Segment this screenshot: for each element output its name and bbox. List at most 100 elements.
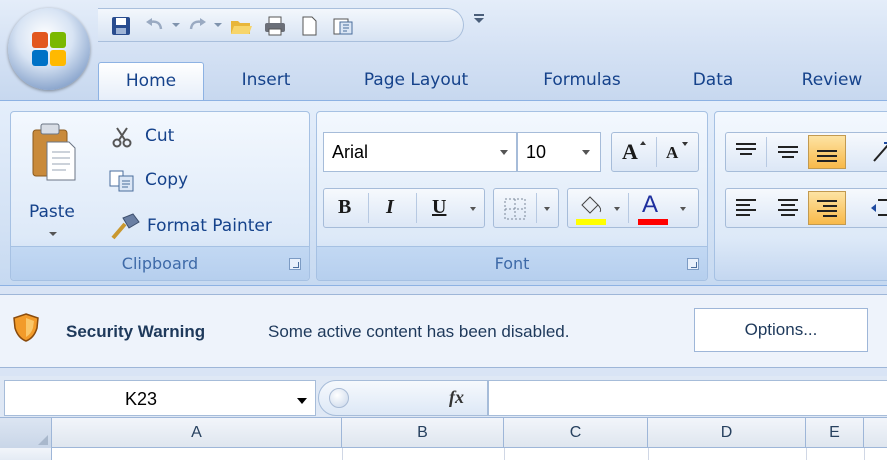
tab-insert[interactable]: Insert xyxy=(222,62,310,100)
security-warning-message: Some active content has been disabled. xyxy=(268,322,570,341)
formula-bar: K23 fx xyxy=(0,376,887,418)
column-header-e[interactable]: E xyxy=(806,418,864,448)
column-header-b[interactable]: B xyxy=(342,418,504,448)
align-bottom-button[interactable] xyxy=(808,135,846,169)
orientation-icon[interactable] xyxy=(870,139,887,165)
font-size-value: 10 xyxy=(526,142,547,162)
column-header-c[interactable]: C xyxy=(504,418,648,448)
name-box-value: K23 xyxy=(125,389,158,409)
shield-icon xyxy=(13,313,39,342)
align-bottom-icon xyxy=(817,150,837,162)
security-warning-title: Security Warning xyxy=(66,322,206,341)
grow-font-button[interactable]: A xyxy=(622,139,638,165)
font-color-dropdown-icon[interactable] xyxy=(680,207,686,211)
redo-icon[interactable] xyxy=(186,16,208,36)
borders-dropdown-icon[interactable] xyxy=(544,207,550,211)
align-middle-icon[interactable] xyxy=(776,141,800,163)
office-button[interactable] xyxy=(8,8,90,90)
font-grow-shrink-box: A A xyxy=(611,132,699,172)
worksheet-grid[interactable] xyxy=(0,448,887,460)
bold-button[interactable]: B xyxy=(338,196,351,219)
shrink-arrow-icon xyxy=(682,142,688,146)
font-color-swatch xyxy=(638,219,668,225)
clipboard-group-label: Clipboard xyxy=(11,246,309,280)
font-group-label: Font xyxy=(317,246,707,280)
borders-icon[interactable] xyxy=(504,198,526,220)
cut-label: Cut xyxy=(145,126,175,146)
clipboard-group: Paste Cut Copy Format Painter Clipboard xyxy=(10,111,310,281)
borders-box xyxy=(493,188,559,228)
tab-home[interactable]: Home xyxy=(98,62,204,100)
new-document-icon[interactable] xyxy=(298,16,320,36)
undo-icon[interactable] xyxy=(144,16,166,36)
format-painter-label: Format Painter xyxy=(147,216,272,236)
alignment-group xyxy=(714,111,887,281)
italic-button[interactable]: I xyxy=(386,196,394,219)
publish-icon[interactable] xyxy=(332,16,354,36)
align-top-icon[interactable] xyxy=(734,141,758,163)
font-size-dropdown-icon[interactable] xyxy=(582,150,590,155)
splitter-handle[interactable] xyxy=(329,388,349,408)
customize-qat-button[interactable] xyxy=(474,12,486,26)
insert-function-button[interactable]: fx xyxy=(449,387,464,408)
formula-input[interactable] xyxy=(488,380,887,416)
row-header-strip xyxy=(0,448,52,460)
print-icon[interactable] xyxy=(264,16,286,36)
paste-icon xyxy=(32,123,76,181)
clipboard-dialog-launcher[interactable] xyxy=(289,258,301,270)
font-name-dropdown-icon[interactable] xyxy=(500,150,508,155)
decrease-indent-icon[interactable] xyxy=(870,197,887,219)
tab-formulas[interactable]: Formulas xyxy=(520,62,644,100)
select-all-button[interactable] xyxy=(0,418,52,448)
name-box-dropdown-icon[interactable] xyxy=(297,398,307,404)
font-name-value: Arial xyxy=(332,142,369,162)
undo-dropdown-icon[interactable] xyxy=(172,23,180,27)
paste-button[interactable]: Paste xyxy=(19,118,89,238)
options-button[interactable]: Options... xyxy=(694,308,868,352)
ribbon-tabs: Home Insert Page Layout Formulas Data Re… xyxy=(0,52,887,100)
shrink-font-button[interactable]: A xyxy=(666,143,678,163)
fill-color-dropdown-icon[interactable] xyxy=(614,207,620,211)
align-center-icon[interactable] xyxy=(776,197,800,219)
underline-dropdown-icon[interactable] xyxy=(470,207,476,211)
format-painter-icon xyxy=(111,213,140,240)
fill-color-swatch xyxy=(576,219,606,225)
title-bar xyxy=(0,0,887,52)
ribbon: Paste Cut Copy Format Painter Clipboard … xyxy=(0,100,887,286)
copy-button[interactable]: Copy xyxy=(107,166,227,198)
font-size-combo[interactable]: 10 xyxy=(517,132,601,172)
align-left-icon[interactable] xyxy=(734,197,758,219)
font-color-button[interactable]: A xyxy=(642,191,658,219)
align-right-icon xyxy=(817,200,837,217)
tab-review[interactable]: Review xyxy=(780,62,884,100)
paste-label: Paste xyxy=(29,202,75,222)
redo-dropdown-icon[interactable] xyxy=(214,23,222,27)
vertical-align-box xyxy=(725,132,887,172)
copy-icon xyxy=(109,170,134,192)
font-group: Arial 10 A A B I U A Font xyxy=(316,111,708,281)
quick-access-toolbar xyxy=(98,8,464,42)
cut-button[interactable]: Cut xyxy=(107,122,227,154)
font-dialog-launcher[interactable] xyxy=(687,258,699,270)
format-painter-button[interactable]: Format Painter xyxy=(107,210,303,242)
font-style-box: B I U xyxy=(323,188,485,228)
align-right-button[interactable] xyxy=(808,191,846,225)
column-header-a[interactable]: A xyxy=(52,418,342,448)
column-header-d[interactable]: D xyxy=(648,418,806,448)
grow-arrow-icon xyxy=(640,141,646,145)
tab-page-layout[interactable]: Page Layout xyxy=(338,62,494,100)
office-logo-icon xyxy=(32,32,66,66)
scissors-icon xyxy=(112,127,132,148)
open-folder-icon[interactable] xyxy=(230,16,252,36)
formula-tools: fx xyxy=(318,380,488,416)
tab-data[interactable]: Data xyxy=(672,62,754,100)
copy-label: Copy xyxy=(145,170,189,190)
name-box[interactable]: K23 xyxy=(4,380,316,416)
save-icon[interactable] xyxy=(110,16,132,36)
underline-button[interactable]: U xyxy=(432,196,446,219)
horizontal-align-box xyxy=(725,188,887,228)
font-name-combo[interactable]: Arial xyxy=(323,132,517,172)
paste-dropdown-icon xyxy=(49,232,57,236)
message-bar: Security Warning Some active content has… xyxy=(0,286,887,376)
column-headers: A B C D E xyxy=(0,418,887,448)
